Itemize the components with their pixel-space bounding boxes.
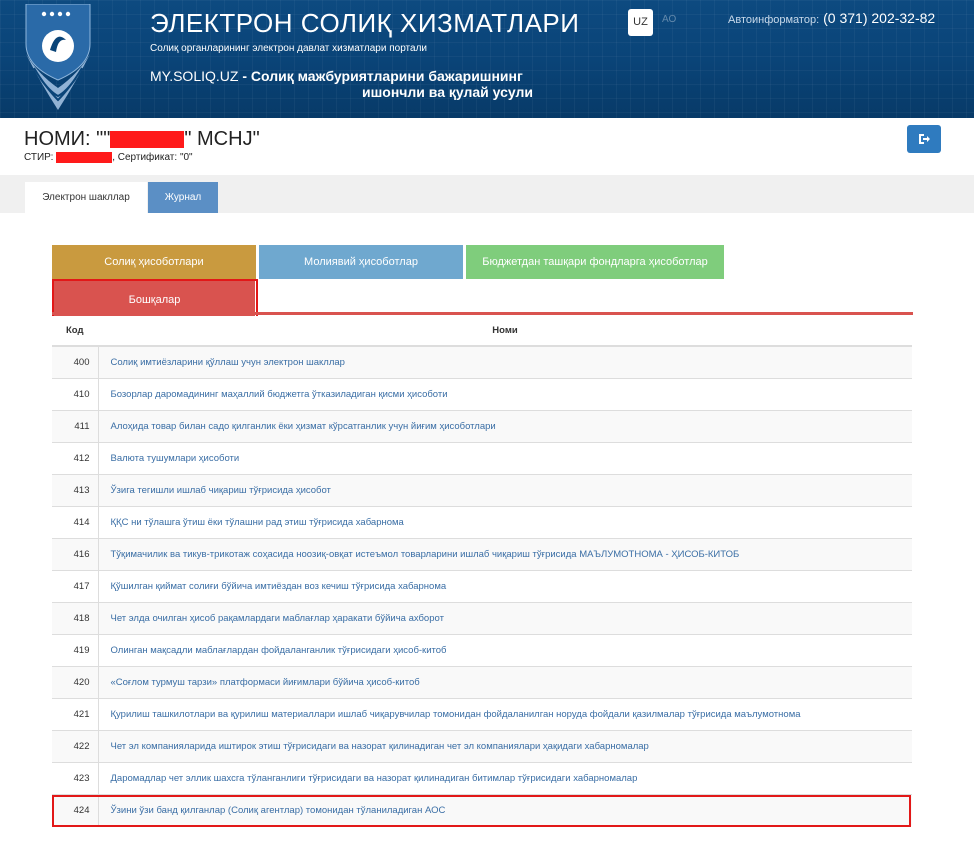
form-link[interactable]: ҚҚС ни тўлашга ўтиш ёки тўлашни рад этиш… [111,517,404,528]
language-uz-button[interactable]: UZ [628,9,653,36]
slogan-line-1: MY.SOLIQ.UZ - Солиқ мажбуриятларини бажа… [150,68,523,84]
slogan-line-2: ишончли ва қулай усули [362,84,534,100]
row-code: 424 [52,793,99,826]
form-link[interactable]: Даромадлар чет эллик шахсга тўланганлиги… [111,773,638,784]
row-name-cell: Чет элда очилган ҳисоб рақамлардаги мабл… [98,601,912,634]
company-name: НОМИ: "" " MCHJ" [24,128,260,151]
form-link[interactable]: Ўзига тегишли ишлаб чиқариш тўғрисида ҳи… [111,485,331,496]
tax-committee-logo-icon[interactable] [22,4,94,114]
row-code: 419 [52,633,99,666]
row-code: 418 [52,601,99,634]
table-row[interactable]: 400 Солиқ имтиёзларини қўллаш учун электр… [52,345,912,378]
form-link[interactable]: Алоҳида товар билан садо қилганлик ёки ҳ… [111,421,496,432]
table-header-row: Код Номи [52,316,912,347]
table-row[interactable]: 417 Қўшилган қиймат солиғи бўйича имтиёзд… [52,569,912,602]
row-code: 411 [52,409,99,442]
table-row[interactable]: 416 Тўқимачилик ва тикув-трикотаж соҳасид… [52,537,912,570]
row-code: 413 [52,473,99,506]
form-link[interactable]: «Соғлом турмуш тарзи» платформаси йиғимл… [111,677,420,688]
row-code: 416 [52,537,99,570]
redacted-name [110,131,185,149]
row-name-cell: Олинган мақсадли маблағлардан фойдаланга… [98,633,912,666]
tab-underline [52,312,913,315]
autoinformator: Автоинформатор: (0 371) 202-32-82 [728,10,935,26]
row-code: 400 [52,345,99,378]
table-row[interactable]: 419 Олинган мақсадли маблағлардан фойдала… [52,633,912,666]
form-link[interactable]: Қурилиш ташкилотлари ва қурилиш материал… [111,709,801,720]
row-name-cell: ҚҚС ни тўлашга ўтиш ёки тўлашни рад этиш… [98,505,912,538]
logout-button[interactable] [907,125,941,153]
company-meta: СТИР: , Сертификат: "0" [24,152,193,163]
table-row[interactable]: 413 Ўзига тегишли ишлаб чиқариш тўғрисида… [52,473,912,506]
language-alt-button[interactable]: АО [662,14,676,25]
tab-electronic-forms[interactable]: Электрон шакллар [25,182,147,213]
table-row[interactable]: 422 Чет эл компанияларида иштирок этиш тў… [52,729,912,762]
row-name-cell: Чет эл компанияларида иштирок этиш тўғри… [98,729,912,762]
table-row[interactable]: 412 Валюта тушумлари ҳисоботи [52,441,912,474]
form-link[interactable]: Ўзини ўзи банд қилганлар (Солиқ агентлар… [111,805,446,816]
company-name-prefix: НОМИ: "" [24,128,111,150]
slogan-text: - Солиқ мажбуриятларини бажаришнинг [238,68,523,84]
portal-subtitle: Солиқ органларининг электрон давлат хизм… [150,43,427,54]
table-row[interactable]: 411 Алоҳида товар билан садо қилганлик ёк… [52,409,912,442]
table-row[interactable]: 420 «Соғлом турмуш тарзи» платформаси йиғ… [52,665,912,698]
form-link[interactable]: Тўқимачилик ва тикув-трикотаж соҳасида н… [111,549,740,560]
column-code-header: Код [52,316,98,347]
form-link[interactable]: Солиқ имтиёзларини қўллаш учун электрон … [111,357,345,368]
row-code: 412 [52,441,99,474]
form-link[interactable]: Чет элда очилган ҳисоб рақамлардаги мабл… [111,613,444,624]
table-row[interactable]: 423 Даромадлар чет эллик шахсга тўланганл… [52,761,912,794]
row-code: 417 [52,569,99,602]
autoinformator-label: Автоинформатор: [728,14,820,26]
row-code: 423 [52,761,99,794]
table-row[interactable]: 414 ҚҚС ни тўлашга ўтиш ёки тўлашни рад э… [52,505,912,538]
table-row[interactable]: 424 Ўзини ўзи банд қилганлар (Солиқ агент… [52,793,912,826]
row-name-cell: Даромадлар чет эллик шахсга тўланганлиги… [98,761,912,794]
table-row[interactable]: 410 Бозорлар даромадининг маҳаллий бюджет… [52,377,912,410]
redacted-stir [56,152,113,163]
tab-tax-reports[interactable]: Солиқ ҳисоботлари [52,245,256,279]
form-link[interactable]: Қўшилган қиймат солиғи бўйича имтиёздан … [111,581,447,592]
site-name[interactable]: MY.SOLIQ.UZ [150,68,238,84]
row-code: 422 [52,729,99,762]
portal-title: ЭЛЕКТРОН СОЛИҚ ХИЗМАТЛАРИ [150,8,580,38]
row-name-cell: Алоҳида товар билан садо қилганлик ёки ҳ… [98,409,912,442]
tab-extrabudget-reports[interactable]: Бюджетдан ташқари фондларга ҳисоботлар [466,245,724,279]
site-header: ЭЛЕКТРОН СОЛИҚ ХИЗМАТЛАРИ Солиқ органлар… [0,0,974,118]
row-name-cell: Қўшилган қиймат солиғи бўйича имтиёздан … [98,569,912,602]
row-name-cell: Қурилиш ташкилотлари ва қурилиш материал… [98,697,912,730]
tab-journal[interactable]: Журнал [148,182,218,213]
form-link[interactable]: Валюта тушумлари ҳисоботи [111,453,240,464]
autoinformator-phone: (0 371) 202-32-82 [823,10,936,26]
forms-table: Код Номи 400 Солиқ имтиёзларини қўллаш уч… [52,316,912,826]
stir-label: СТИР: [24,152,54,164]
column-name-header: Номи [98,316,912,347]
row-code: 414 [52,505,99,538]
table-row[interactable]: 418 Чет элда очилган ҳисоб рақамлардаги м… [52,601,912,634]
table-row[interactable]: 421 Қурилиш ташкилотлари ва қурилиш матер… [52,697,912,730]
form-link[interactable]: Чет эл компанияларида иштирок этиш тўғри… [111,741,649,752]
row-name-cell: Бозорлар даромадининг маҳаллий бюджетга … [98,377,912,410]
logout-icon [919,134,930,144]
row-name-cell: «Соғлом турмуш тарзи» платформаси йиғимл… [98,665,912,698]
row-name-cell: Солиқ имтиёзларини қўллаш учун электрон … [98,345,912,378]
row-code: 420 [52,665,99,698]
row-name-cell: Ўзини ўзи банд қилганлар (Солиқ агентлар… [98,793,912,826]
row-name-cell: Ўзига тегишли ишлаб чиқариш тўғрисида ҳи… [98,473,912,506]
certificate-text: , Сертификат: "0" [112,152,193,164]
form-link[interactable]: Бозорлар даромадининг маҳаллий бюджетга … [111,389,448,400]
row-name-cell: Тўқимачилик ва тикув-трикотаж соҳасида н… [98,537,912,570]
row-code: 410 [52,377,99,410]
company-name-suffix: " MCHJ" [184,128,260,150]
row-name-cell: Валюта тушумлари ҳисоботи [98,441,912,474]
tab-financial-reports[interactable]: Молиявий ҳисоботлар [259,245,463,279]
form-link[interactable]: Олинган мақсадли маблағлардан фойдаланга… [111,645,447,656]
row-code: 421 [52,697,99,730]
